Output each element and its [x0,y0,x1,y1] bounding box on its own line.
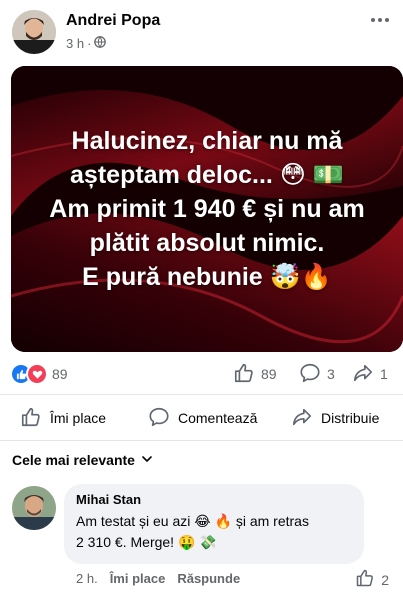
like-button-label: Îmi place [50,410,107,426]
reaction-icons[interactable] [10,363,50,385]
post-image-text: Halucinez, chiar nu mă așteptam deloc...… [11,66,403,352]
comment-like-button[interactable]: Îmi place [110,571,166,586]
image-text-line: E pură nebunie 🤯🔥 [82,263,332,291]
share-icon [291,406,313,431]
globe-icon [94,36,107,51]
reactions-bar: 89 89 3 1 [0,360,403,388]
post-meta: 3 h · [66,36,107,51]
commenter-name[interactable]: Mihai Stan [76,492,352,507]
image-text-line: Halucinez, chiar nu mă [71,127,343,155]
post-image[interactable]: Halucinez, chiar nu mă așteptam deloc...… [11,66,403,352]
like-button[interactable]: Îmi place [20,404,106,432]
comment-likes-count: 2 [381,571,389,588]
chevron-down-icon [141,452,153,468]
reaction-count[interactable]: 89 [52,366,68,382]
thumb-up-icon [233,362,255,387]
comment-icon [299,362,321,387]
image-text-line: așteptam deloc... 😳 💵 [70,161,344,189]
share-button-label: Distribuie [321,410,380,426]
meta-separator: · [87,36,92,51]
more-icon[interactable] [369,12,391,28]
commenter-avatar[interactable] [12,486,56,530]
shares-count: 1 [380,366,388,382]
share-icon [352,362,374,387]
share-button[interactable]: Distribuie [291,404,379,432]
comment-button[interactable]: Comentează [148,404,257,432]
comment-button-label: Comentează [178,410,258,426]
comment-text-line: 2 310 €. Merge! 🤑 💸 [76,534,217,550]
image-text-line: Am primit 1 940 € și nu am [49,195,365,223]
comment-reply-button[interactable]: Răspunde [177,571,240,586]
comment-time[interactable]: 2 h. [76,571,98,586]
comment-icon [148,406,170,431]
author-name[interactable]: Andrei Popa [66,12,160,30]
comments-count: 3 [327,366,335,382]
image-text-line: plătit absolut nimic. [89,229,325,257]
likes-count: 89 [261,366,277,382]
comment-text-line: Am testat și eu azi 😂 🔥 și am retras [76,513,309,529]
post-header: Andrei Popa 3 h · [0,0,403,62]
comment-likes[interactable]: 2 [355,568,389,591]
thumb-up-icon [20,406,42,431]
divider [0,440,403,441]
post-time[interactable]: 3 h [66,36,84,51]
thumb-up-icon [355,568,375,591]
divider [0,394,403,395]
comment-bubble: Mihai Stan Am testat și eu azi 😂 🔥 și am… [64,484,364,564]
comment-actions: 2 h. Îmi place Răspunde [76,571,240,586]
love-reaction-icon [26,363,48,385]
likes-stat[interactable]: 89 [233,362,277,386]
shares-stat[interactable]: 1 [352,362,388,386]
author-avatar[interactable] [12,10,56,54]
sort-label: Cele mai relevante [12,452,135,468]
comments-stat[interactable]: 3 [299,362,335,386]
comments-sort-dropdown[interactable]: Cele mai relevante [12,452,153,468]
action-bar: Îmi place Comentează Distribuie [0,398,403,438]
